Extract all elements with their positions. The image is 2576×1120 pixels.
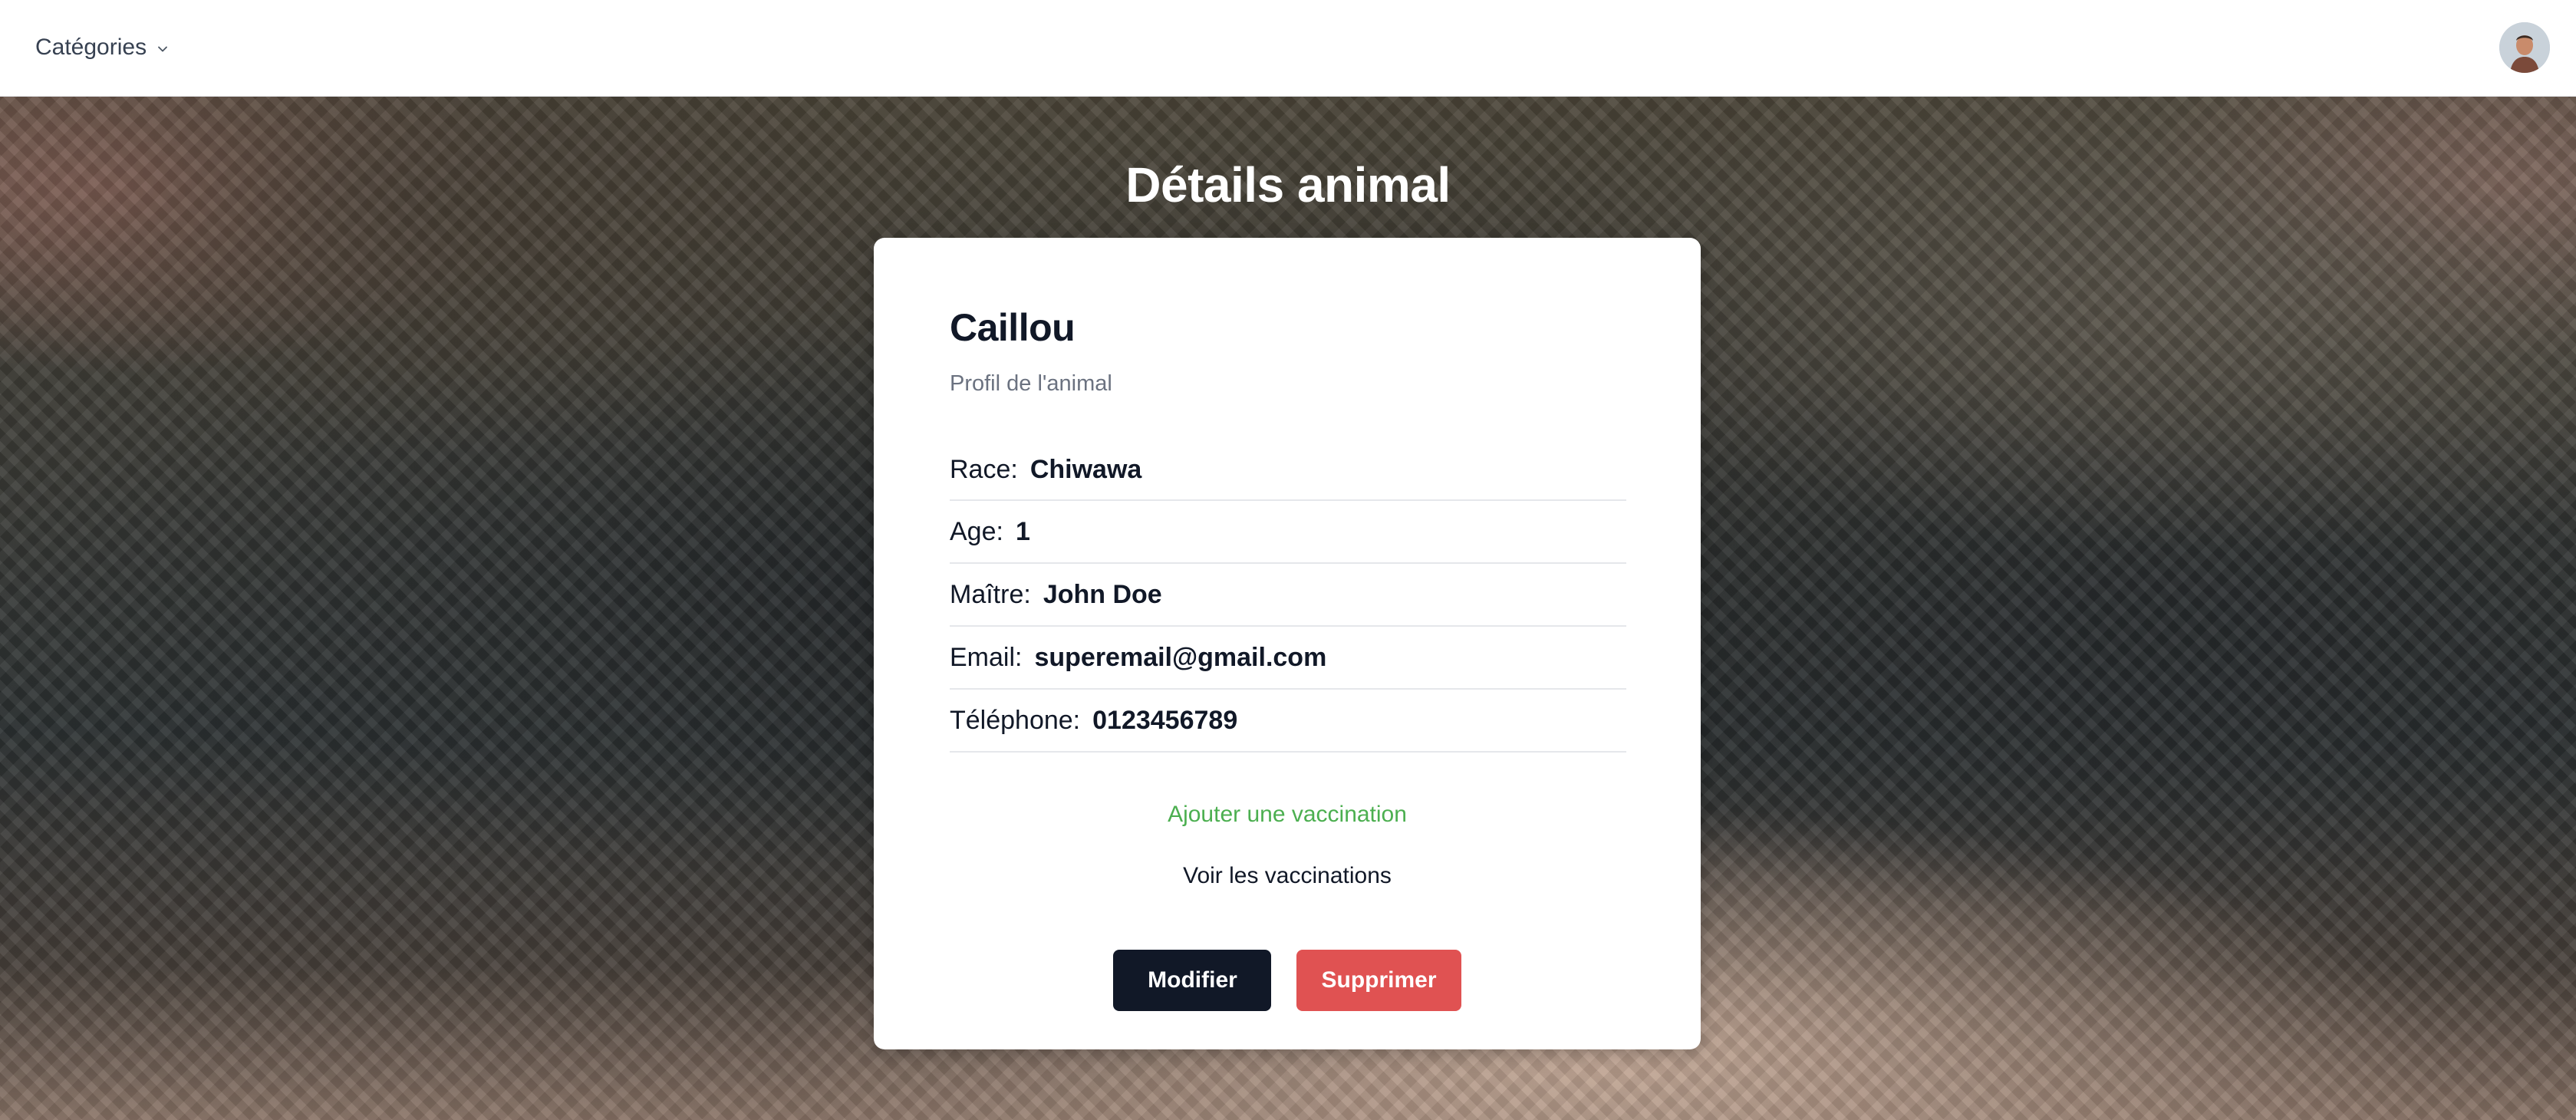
user-avatar[interactable] [2499, 22, 2550, 73]
page-title: Détails animal [1125, 157, 1451, 212]
detail-label: Maître: [950, 579, 1031, 609]
detail-value: Chiwawa [1029, 454, 1142, 484]
delete-button[interactable]: Supprimer [1296, 950, 1461, 1011]
detail-value: 1 [1015, 516, 1030, 546]
categories-menu-label: Catégories [35, 35, 147, 60]
detail-row-age: Age: 1 [950, 501, 1626, 564]
animal-details-list: Race: Chiwawa Age: 1 Maître: John Doe Em… [950, 440, 1626, 753]
detail-label: Age: [950, 516, 1003, 546]
animal-detail-card: Caillou Profil de l'animal Race: Chiwawa… [874, 238, 1701, 1049]
edit-button[interactable]: Modifier [1113, 950, 1272, 1011]
detail-row-email: Email: superemail@gmail.com [950, 627, 1626, 690]
categories-menu[interactable]: Catégories [35, 31, 170, 64]
detail-row-race: Race: Chiwawa [950, 440, 1626, 501]
top-navbar: Catégories [0, 0, 2576, 97]
card-actions: Modifier Supprimer [874, 950, 1701, 1011]
detail-value: superemail@gmail.com [1034, 642, 1327, 672]
avatar-image [2499, 22, 2550, 73]
view-vaccinations-link[interactable]: Voir les vaccinations [874, 863, 1701, 889]
chevron-down-icon [158, 46, 167, 52]
animal-name: Caillou [950, 306, 1076, 349]
detail-row-phone: Téléphone: 0123456789 [950, 690, 1626, 753]
detail-value: 0123456789 [1092, 705, 1238, 735]
detail-value: John Doe [1043, 579, 1162, 609]
detail-label: Téléphone: [950, 705, 1081, 735]
detail-row-owner: Maître: John Doe [950, 564, 1626, 627]
animal-subtitle: Profil de l'animal [950, 371, 1112, 396]
detail-label: Race: [950, 454, 1018, 484]
detail-label: Email: [950, 642, 1023, 672]
add-vaccination-link[interactable]: Ajouter une vaccination [874, 802, 1701, 828]
